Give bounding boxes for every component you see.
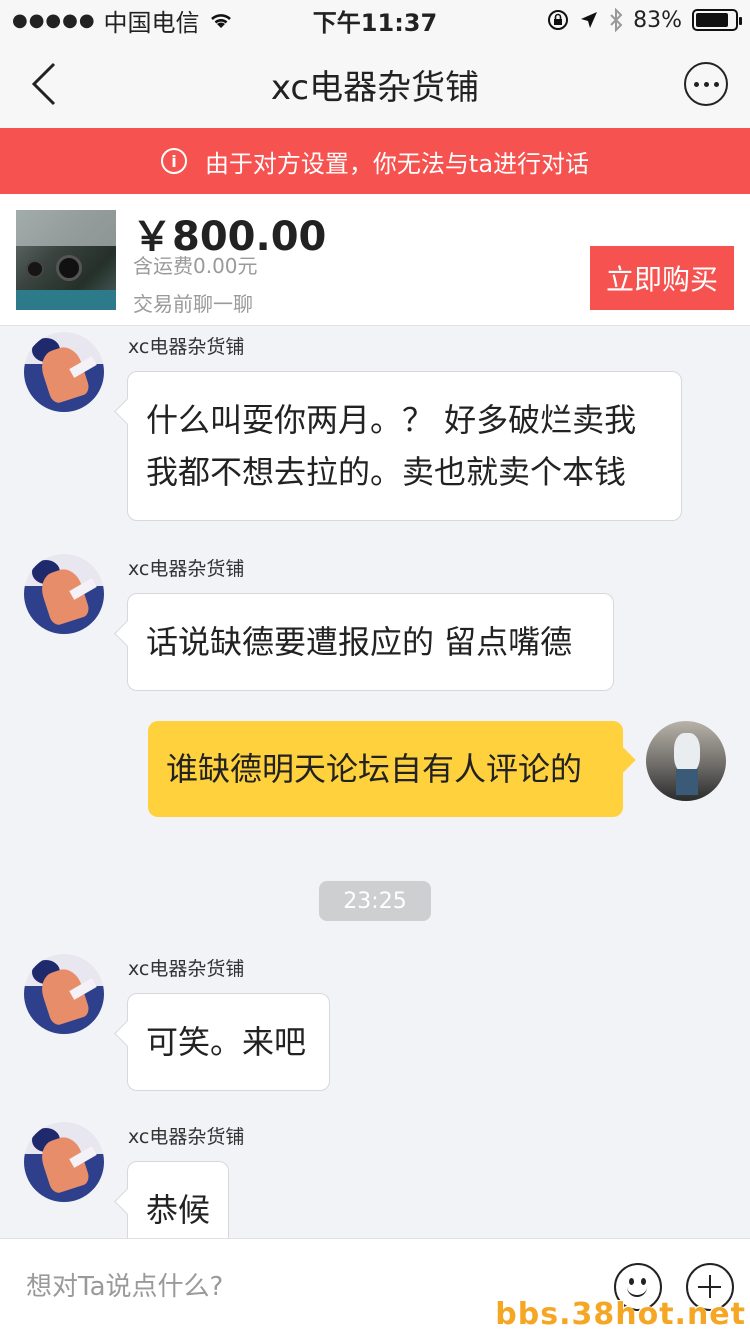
message-line: 谁缺德明天论坛自有人评论的 (166, 750, 583, 788)
wifi-icon (210, 14, 231, 28)
smiley-icon (629, 1278, 634, 1285)
product-chat-hint: 交易前聊一聊 (133, 292, 253, 316)
battery-icon (692, 9, 742, 31)
orientation-lock-icon (548, 10, 569, 30)
message-bubble[interactable]: 什么叫耍你两月。？ 好多破烂卖我 我都不想去拉的。卖也就卖个本钱 (127, 371, 682, 521)
carrier-name: 中国电信 (103, 8, 200, 37)
product-card[interactable]: ￥800.00 含运费0.00元 交易前聊一聊 立即购买 (0, 194, 750, 326)
more-dot-icon (693, 81, 699, 87)
signal-strength-icon: ●●●●● (12, 9, 96, 31)
buy-now-button[interactable]: 立即购买 (590, 246, 734, 310)
status-bar: ●●●●● 中国电信 下午11:37 83% (0, 0, 750, 40)
location-icon (581, 12, 598, 28)
chat-blocked-banner: i 由于对方设置，你无法与ta进行对话 (0, 128, 750, 194)
sender-name: xc电器杂货铺 (128, 336, 245, 358)
page-title: xc电器杂货铺 (270, 67, 480, 108)
more-options-button[interactable] (684, 62, 728, 106)
message-bubble[interactable]: 话说缺德要遭报应的 留点嘴德 (127, 593, 614, 691)
message-line: 可笑。来吧 (146, 1023, 307, 1061)
input-bar: bbs.38hot.net (0, 1238, 750, 1334)
chevron-left-icon (31, 62, 56, 106)
battery-percent: 83% (633, 7, 682, 33)
timestamp-divider: 23:25 (319, 881, 431, 921)
message-line: 我都不想去拉的。卖也就卖个本钱 (146, 453, 627, 491)
sender-name: xc电器杂货铺 (128, 558, 245, 580)
message-line: 话说缺德要遭报应的 留点嘴德 (146, 623, 573, 661)
status-right: 83% (547, 7, 742, 33)
product-shipping: 含运费0.00元 (133, 254, 258, 278)
product-panel-shape (16, 210, 116, 246)
battery-fill (696, 13, 728, 27)
info-icon: i (160, 148, 187, 174)
message-list[interactable]: xc电器杂货铺 什么叫耍你两月。？ 好多破烂卖我 我都不想去拉的。卖也就卖个本钱… (0, 326, 750, 1238)
seller-avatar[interactable] (24, 1122, 104, 1202)
more-dot-icon (703, 81, 709, 87)
more-dot-icon (713, 81, 719, 87)
seller-avatar[interactable] (24, 332, 104, 412)
message-line: 什么叫耍你两月。？ 好多破烂卖我 (146, 401, 637, 439)
seller-avatar[interactable] (24, 954, 104, 1034)
status-left: ●●●●● 中国电信 (12, 3, 234, 38)
message-bubble[interactable]: 可笑。来吧 (127, 993, 330, 1091)
bluetooth-icon (610, 8, 623, 32)
my-avatar[interactable] (646, 721, 726, 801)
seller-avatar[interactable] (24, 554, 104, 634)
message-bubble[interactable]: 恭候 (127, 1161, 229, 1238)
product-knob-shape (26, 260, 44, 278)
product-base-shape (16, 290, 116, 310)
smiley-icon (627, 1285, 647, 1297)
product-knob-shape (56, 255, 82, 281)
my-message-bubble[interactable]: 谁缺德明天论坛自有人评论的 (148, 721, 623, 817)
banner-text: 由于对方设置，你无法与ta进行对话 (204, 149, 590, 178)
message-line: 恭候 (146, 1191, 211, 1229)
smiley-icon (641, 1278, 646, 1285)
nav-bar: xc电器杂货铺 (0, 40, 750, 128)
back-button[interactable] (22, 58, 70, 110)
avatar-shape (676, 769, 698, 795)
sender-name: xc电器杂货铺 (128, 1126, 245, 1148)
watermark: bbs.38hot.net (495, 1297, 746, 1332)
sender-name: xc电器杂货铺 (128, 958, 245, 980)
avatar-shape (674, 733, 700, 773)
product-thumbnail[interactable] (16, 210, 116, 310)
